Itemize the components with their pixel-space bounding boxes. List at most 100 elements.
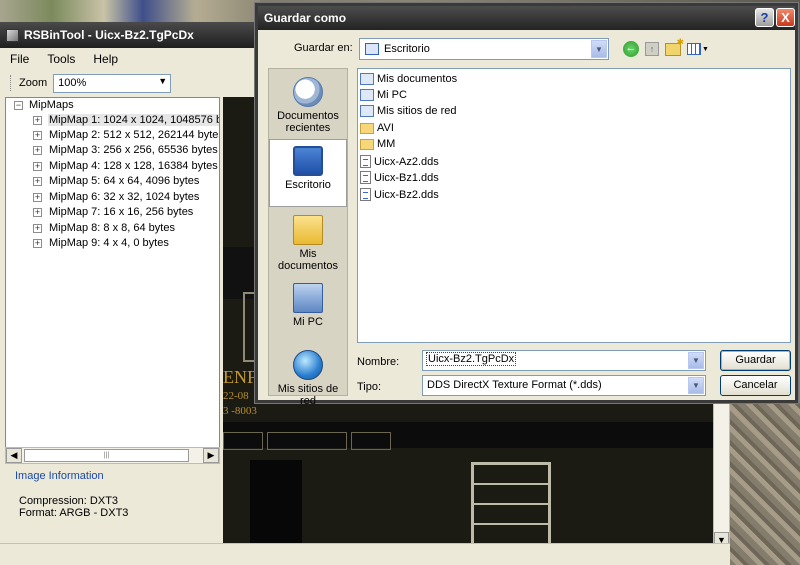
scroll-thumb[interactable]: ||| bbox=[24, 449, 189, 462]
tree-item[interactable]: + MipMap 1: 1024 x 1024, 1048576 by bbox=[33, 114, 219, 126]
expand-icon[interactable]: + bbox=[33, 192, 42, 202]
dialog-title-bar: Guardar como bbox=[258, 6, 795, 30]
place-my-computer[interactable]: Mi PC bbox=[269, 277, 347, 345]
preview-slots bbox=[223, 432, 391, 450]
preview-text-1: ENF bbox=[223, 367, 258, 387]
tree-item[interactable]: + MipMap 2: 512 x 512, 262144 bytes bbox=[33, 129, 220, 141]
file-name: Mi PC bbox=[377, 89, 407, 101]
file-name: Uicx-Bz1.dds bbox=[374, 171, 439, 184]
app-icon bbox=[6, 28, 19, 42]
chevron-down-icon[interactable]: ▼ bbox=[688, 377, 704, 394]
collapse-icon[interactable]: − bbox=[14, 100, 23, 110]
expand-icon[interactable]: + bbox=[33, 207, 42, 217]
up-folder-icon[interactable]: ↑ bbox=[645, 42, 659, 56]
preview-text-3: 3 -8003 bbox=[223, 405, 257, 417]
list-item[interactable]: Mis sitios de red bbox=[360, 105, 456, 117]
expand-icon[interactable]: + bbox=[33, 115, 42, 125]
file-name: Uicx-Az2.dds bbox=[374, 155, 439, 168]
tree-horizontal-scrollbar[interactable]: ◀ ||| ▶ bbox=[5, 447, 220, 464]
save-button[interactable]: Guardar bbox=[720, 350, 791, 371]
desktop-background-right bbox=[728, 400, 800, 565]
app-title-bar: RSBinTool - Uicx-Bz2.TgPcDx bbox=[0, 22, 260, 48]
place-label: Mis sitios de red bbox=[277, 383, 339, 407]
list-item[interactable]: Uicx-Az2.dds bbox=[360, 155, 439, 168]
compression-text: Compression: DXT3 bbox=[19, 495, 119, 507]
info-heading: Image Information bbox=[15, 470, 104, 482]
place-label: Mi PC bbox=[293, 316, 323, 328]
tree-item[interactable]: + MipMap 5: 64 x 64, 4096 bytes bbox=[33, 175, 200, 187]
file-name: Uicx-Bz2.dds bbox=[374, 188, 439, 201]
network-places-icon bbox=[293, 350, 323, 380]
mipmap-tree[interactable]: − MipMaps + MipMap 1: 1024 x 1024, 104857… bbox=[5, 97, 220, 452]
list-item[interactable]: AVI bbox=[360, 122, 394, 134]
expand-icon[interactable]: + bbox=[33, 130, 42, 140]
list-item[interactable]: Mi PC bbox=[360, 89, 407, 101]
save-as-dialog: Guardar como ? X Guardar en: Escritorio … bbox=[255, 3, 798, 407]
file-type-label: Tipo: bbox=[357, 381, 382, 393]
file-name-input[interactable]: Uicx-Bz2.TgPcDx ▼ bbox=[422, 350, 706, 371]
place-desktop[interactable]: Escritorio bbox=[269, 139, 347, 207]
tree-item[interactable]: + MipMap 6: 32 x 32, 1024 bytes bbox=[33, 191, 200, 203]
save-in-value: Escritorio bbox=[384, 43, 430, 55]
expand-icon[interactable]: + bbox=[33, 223, 42, 233]
list-item[interactable]: Uicx-Bz2.dds bbox=[360, 188, 439, 201]
expand-icon[interactable]: + bbox=[33, 238, 42, 248]
tree-item-label: MipMap 4: 128 x 128, 16384 bytes bbox=[49, 160, 218, 172]
new-folder-icon[interactable] bbox=[665, 37, 684, 56]
tree-item-label: MipMap 1: 1024 x 1024, 1048576 by bbox=[48, 114, 219, 126]
close-button[interactable]: X bbox=[776, 8, 795, 27]
list-item[interactable]: Uicx-Bz1.dds bbox=[360, 171, 439, 184]
cancel-button[interactable]: Cancelar bbox=[720, 375, 791, 396]
file-list[interactable]: Mis documentos Mi PC Mis sitios de red A… bbox=[357, 68, 791, 343]
help-button[interactable]: ? bbox=[755, 8, 774, 27]
desktop-background bbox=[0, 0, 260, 22]
tree-root-node[interactable]: − MipMaps bbox=[14, 99, 74, 111]
chevron-down-icon[interactable]: ▼ bbox=[688, 352, 704, 369]
expand-icon[interactable]: + bbox=[33, 176, 42, 186]
views-menu-icon[interactable]: ▼ bbox=[687, 42, 711, 56]
place-label: Documentos recientes bbox=[277, 110, 339, 134]
my-documents-icon bbox=[293, 215, 323, 245]
file-type-select[interactable]: DDS DirectX Texture Format (*.dds) ▼ bbox=[422, 375, 706, 396]
tree-item-label: MipMap 8: 8 x 8, 64 bytes bbox=[49, 222, 175, 234]
tree-item[interactable]: + MipMap 4: 128 x 128, 16384 bytes bbox=[33, 160, 219, 172]
save-in-dropdown[interactable]: Escritorio ▼ bbox=[359, 38, 609, 60]
back-icon[interactable]: ← bbox=[623, 41, 639, 57]
preview-text-2: 22-08 bbox=[223, 390, 249, 402]
tree-item-label: MipMap 9: 4 x 4, 0 bytes bbox=[49, 237, 169, 249]
folder-icon bbox=[360, 122, 374, 134]
tree-item-label: MipMap 3: 256 x 256, 65536 bytes bbox=[49, 144, 218, 156]
file-name: AVI bbox=[377, 122, 394, 134]
place-network[interactable]: Mis sitios de red bbox=[269, 344, 347, 412]
list-item[interactable]: MM bbox=[360, 138, 395, 150]
expand-icon[interactable]: + bbox=[33, 161, 42, 171]
file-name: Mis sitios de red bbox=[377, 105, 457, 117]
scroll-left-icon[interactable]: ◀ bbox=[6, 448, 22, 463]
expand-icon[interactable]: + bbox=[33, 145, 42, 155]
file-icon bbox=[360, 155, 371, 168]
places-bar: Documentos recientes Escritorio Mis docu… bbox=[268, 68, 348, 407]
zoom-select[interactable]: 100% ▼ bbox=[53, 73, 172, 93]
menu-file[interactable]: File bbox=[10, 52, 29, 66]
menu-help[interactable]: Help bbox=[93, 52, 118, 66]
tree-item[interactable]: + MipMap 8: 8 x 8, 64 bytes bbox=[33, 222, 176, 234]
place-my-documents[interactable]: Mis documentos bbox=[269, 209, 347, 277]
chevron-down-icon[interactable]: ▼ bbox=[591, 40, 607, 58]
desktop-icon bbox=[365, 43, 379, 55]
tree-item-label: MipMap 7: 16 x 16, 256 bytes bbox=[49, 206, 194, 218]
scroll-right-icon[interactable]: ▶ bbox=[203, 448, 219, 463]
dialog-title: Guardar como bbox=[264, 11, 347, 25]
my-documents-icon bbox=[360, 73, 374, 85]
tree-item-label: MipMap 2: 512 x 512, 262144 bytes bbox=[49, 129, 220, 141]
place-recent[interactable]: Documentos recientes bbox=[269, 71, 347, 139]
tree-item[interactable]: + MipMap 9: 4 x 4, 0 bytes bbox=[33, 237, 170, 249]
list-item[interactable]: Mis documentos bbox=[360, 73, 457, 85]
tree-item[interactable]: + MipMap 3: 256 x 256, 65536 bytes bbox=[33, 144, 219, 156]
tree-item-label: MipMap 5: 64 x 64, 4096 bytes bbox=[49, 175, 200, 187]
app-title: RSBinTool - Uicx-Bz2.TgPcDx bbox=[24, 28, 194, 42]
menu-tools[interactable]: Tools bbox=[47, 52, 75, 66]
my-computer-icon bbox=[293, 283, 323, 313]
format-text: Format: ARGB - DXT3 bbox=[19, 507, 129, 519]
file-name-label: Nombre: bbox=[357, 356, 400, 368]
tree-item[interactable]: + MipMap 7: 16 x 16, 256 bytes bbox=[33, 206, 194, 218]
